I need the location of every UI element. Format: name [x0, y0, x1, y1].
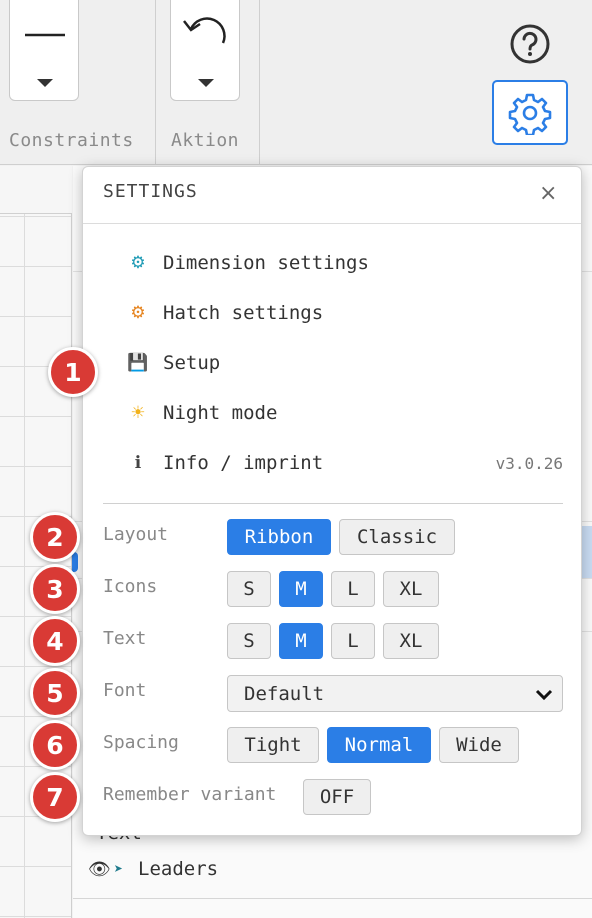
divider	[103, 503, 563, 504]
menu-item-label: Info / imprint	[163, 452, 324, 474]
eye-icon[interactable]: 👁	[88, 859, 114, 880]
icons-size-l-button[interactable]: L	[331, 571, 375, 607]
menu-item-info-imprint[interactable]: ℹ Info / imprint v3.0.26	[113, 445, 563, 481]
selection-strip	[581, 526, 592, 578]
layer-label: Leaders	[138, 858, 219, 880]
spacing-label: Spacing	[103, 732, 179, 753]
menu-item-label: Night mode	[163, 402, 278, 424]
menu-item-label: Dimension settings	[163, 252, 369, 274]
close-icon[interactable]: ×	[539, 181, 557, 206]
group-label-aktion: Aktion	[171, 130, 240, 151]
layout-classic-button[interactable]: Classic	[339, 519, 455, 555]
font-label: Font	[103, 680, 147, 701]
chevron-down-icon	[535, 689, 553, 701]
font-select-value: Default	[244, 682, 325, 705]
remember-variant-toggle[interactable]: OFF	[303, 779, 371, 815]
remember-variant-label: Remember variant	[103, 784, 277, 805]
gear-icon: ⚙	[130, 253, 146, 273]
menu-item-dimension-settings[interactable]: ⚙ Dimension settings	[113, 245, 563, 281]
arrow-icon: ➤	[114, 860, 124, 878]
floppy-disk-icon: 💾	[127, 353, 149, 373]
menu-item-setup[interactable]: 💾 Setup	[113, 345, 563, 381]
spacing-normal-button[interactable]: Normal	[327, 727, 431, 763]
settings-popup: SETTINGS × ⚙ Dimension settings ⚙ Hatch …	[82, 166, 582, 836]
icons-size-s-button[interactable]: S	[227, 571, 271, 607]
group-label-constraints: Constraints	[9, 130, 134, 151]
version-label: v3.0.26	[495, 453, 563, 473]
annotation-badge-2: 2	[30, 512, 80, 562]
menu-item-night-mode[interactable]: ☀ Night mode	[113, 395, 563, 431]
constraints-group: Constraints	[0, 0, 156, 165]
info-icon: ℹ	[134, 453, 142, 473]
chevron-down-icon	[37, 79, 53, 87]
icons-size-m-button[interactable]: M	[279, 571, 323, 607]
sun-icon: ☀	[130, 403, 146, 423]
popup-header: SETTINGS ×	[83, 167, 581, 224]
canvas-header	[0, 166, 72, 214]
annotation-badge-3: 3	[30, 564, 80, 614]
icons-label: Icons	[103, 576, 158, 597]
icons-size-xl-button[interactable]: XL	[383, 571, 439, 607]
spacing-wide-button[interactable]: Wide	[439, 727, 519, 763]
aktion-group: Aktion	[156, 0, 260, 165]
layout-label: Layout	[103, 524, 169, 545]
popup-title: SETTINGS	[103, 181, 198, 202]
menu-item-label: Setup	[163, 352, 221, 374]
text-size-xl-button[interactable]: XL	[383, 623, 439, 659]
annotation-badge-1: 1	[48, 347, 98, 397]
font-select[interactable]: Default	[227, 675, 563, 712]
annotation-badge-5: 5	[30, 668, 80, 718]
chevron-down-icon	[198, 79, 214, 87]
annotation-badge-4: 4	[30, 616, 80, 666]
menu-item-hatch-settings[interactable]: ⚙ Hatch settings	[113, 295, 563, 331]
undo-icon	[183, 17, 226, 44]
layer-row-leaders[interactable]: 👁 ➤ Leaders	[88, 855, 388, 883]
gear-icon	[508, 93, 552, 135]
text-size-m-button[interactable]: M	[279, 623, 323, 659]
undo-tool-button[interactable]	[170, 0, 240, 101]
line-icon	[25, 33, 65, 37]
settings-button[interactable]	[492, 80, 568, 145]
menu-item-label: Hatch settings	[163, 302, 324, 324]
help-circle-icon[interactable]	[509, 23, 551, 65]
ribbon-toolbar: Constraints Aktion	[0, 0, 592, 165]
gear-icon: ⚙	[130, 303, 146, 323]
text-size-s-button[interactable]: S	[227, 623, 271, 659]
annotation-badge-7: 7	[30, 772, 80, 822]
text-label: Text	[103, 628, 147, 649]
annotation-badge-6: 6	[30, 720, 80, 770]
layout-ribbon-button[interactable]: Ribbon	[227, 519, 331, 555]
text-size-l-button[interactable]: L	[331, 623, 375, 659]
line-tool-button[interactable]	[9, 0, 79, 101]
selection-indicator	[72, 552, 78, 572]
spacing-tight-button[interactable]: Tight	[227, 727, 319, 763]
